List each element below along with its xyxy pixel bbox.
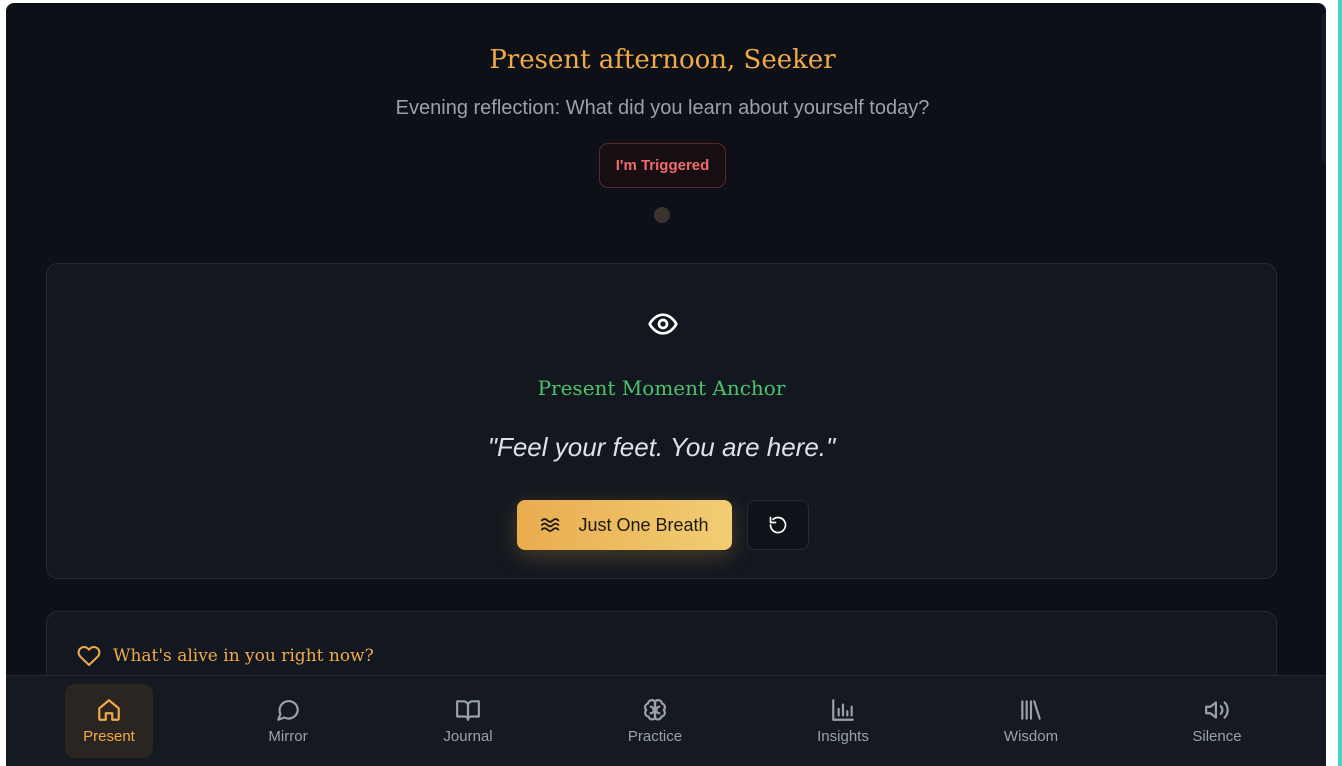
- nav-item-practice[interactable]: Practice: [610, 684, 700, 758]
- nav-item-present[interactable]: Present: [65, 684, 153, 758]
- just-one-breath-button[interactable]: Just One Breath: [517, 500, 732, 550]
- brain-icon: [644, 699, 666, 721]
- bar-chart-icon: [832, 699, 854, 721]
- reset-anchor-button[interactable]: [747, 500, 809, 550]
- nav-label-wisdom: Wisdom: [1003, 728, 1059, 745]
- library-icon: [1021, 700, 1041, 720]
- nav-label-journal: Journal: [443, 728, 493, 745]
- window-edge-accent: [1338, 0, 1342, 766]
- nav-item-mirror[interactable]: Mirror: [246, 684, 330, 758]
- nav-label-mirror: Mirror: [268, 728, 308, 745]
- rotate-ccw-icon: [769, 516, 787, 534]
- whats-alive-heading: What's alive in you right now?: [77, 644, 374, 668]
- app-window: Present afternoon, Seeker Evening reflec…: [6, 3, 1326, 766]
- nav-item-insights[interactable]: Insights: [798, 684, 888, 758]
- present-moment-anchor-card: Present Moment Anchor "Feel your feet. Y…: [46, 263, 1277, 579]
- nav-label-silence: Silence: [1192, 728, 1242, 745]
- scrollbar[interactable]: [1322, 13, 1326, 163]
- nav-item-wisdom[interactable]: Wisdom: [986, 684, 1076, 758]
- waves-icon: [541, 518, 560, 532]
- anchor-quote: "Feel your feet. You are here.": [487, 432, 836, 462]
- greeting-title: Present afternoon, Seeker: [489, 45, 836, 75]
- nav-item-journal[interactable]: Journal: [426, 684, 510, 758]
- nav-label-present: Present: [83, 728, 135, 745]
- anchor-title: Present Moment Anchor: [537, 376, 786, 400]
- book-open-icon: [456, 700, 480, 721]
- eye-icon: [648, 313, 678, 335]
- message-circle-icon: [277, 700, 299, 721]
- nav-label-practice: Practice: [627, 728, 683, 745]
- triggered-button[interactable]: I'm Triggered: [599, 143, 726, 188]
- nav-item-silence[interactable]: Silence: [1172, 684, 1262, 758]
- bottom-navigation: Present Mirror Journal Practice Insights…: [6, 675, 1326, 766]
- just-one-breath-label: Just One Breath: [578, 514, 709, 535]
- status-dot: [654, 207, 670, 223]
- whats-alive-text: What's alive in you right now?: [113, 646, 374, 666]
- nav-label-insights: Insights: [817, 728, 869, 745]
- volume-icon: [1205, 701, 1229, 719]
- heart-icon: [77, 646, 101, 666]
- reflection-prompt: Evening reflection: What did you learn a…: [395, 97, 930, 119]
- home-icon: [98, 699, 120, 721]
